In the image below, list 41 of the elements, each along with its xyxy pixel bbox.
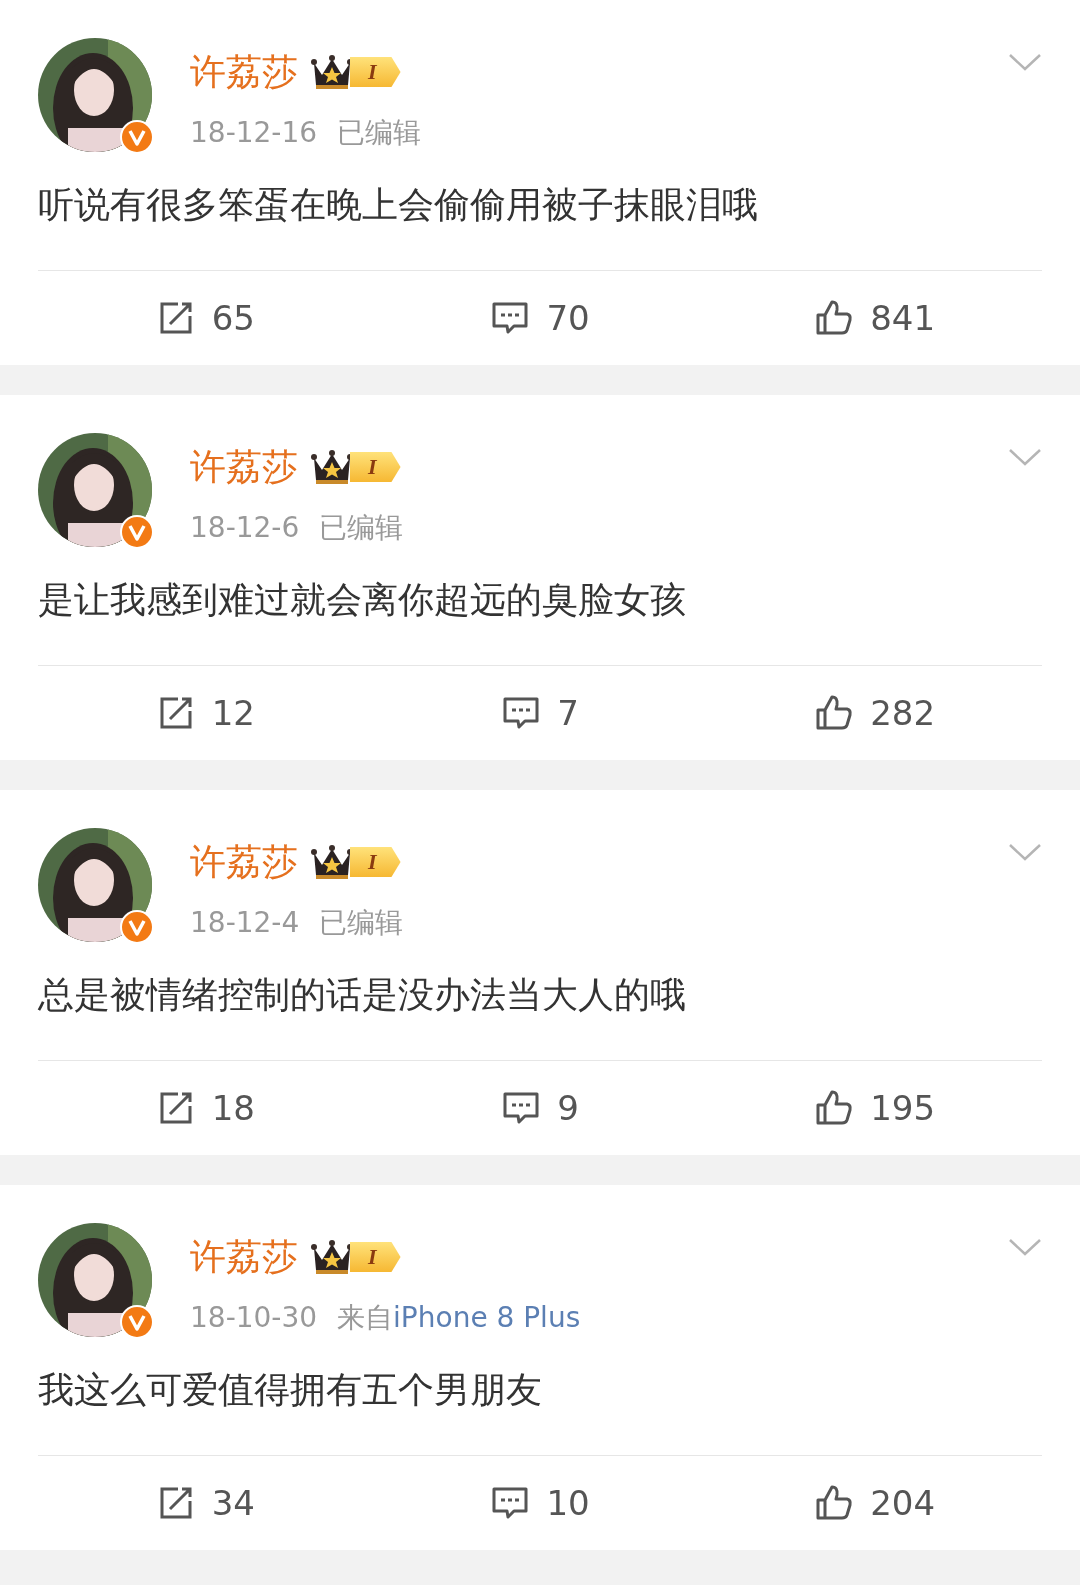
level-badge: I [350, 1242, 401, 1272]
comment-button[interactable]: 10 [372, 1456, 708, 1550]
post-date: 18-12-6 [190, 511, 300, 544]
post-text: 是让我感到难过就会离你超远的臭脸女孩 [37, 578, 687, 622]
verified-icon [120, 910, 154, 944]
repost-button[interactable]: 18 [38, 1061, 373, 1155]
post-date: 18-12-16 [190, 116, 318, 149]
like-button[interactable]: 282 [707, 666, 1042, 760]
post-text: 听说有很多笨蛋在晚上会偷偷用被子抹眼泪哦 [37, 183, 759, 227]
verified-icon [120, 1305, 154, 1339]
comment-button[interactable]: 9 [372, 1061, 708, 1155]
thumbs-up-icon [814, 298, 855, 338]
source-label: 来自 [337, 1300, 394, 1336]
chevron-down-icon[interactable] [1008, 447, 1042, 467]
post-date: 18-12-4 [190, 906, 300, 939]
like-button[interactable]: 841 [707, 271, 1042, 365]
post-text: 总是被情绪控制的话是没办法当大人的哦 [37, 973, 687, 1017]
level-badge: I [350, 847, 401, 877]
chevron-down-icon[interactable] [1008, 842, 1042, 862]
like-button[interactable]: 195 [707, 1061, 1042, 1155]
edited-label: 已编辑 [319, 905, 404, 941]
thumbs-up-icon [814, 693, 855, 733]
verified-icon [120, 120, 154, 154]
thumbs-up-icon [814, 1088, 855, 1128]
source-link[interactable]: iPhone 8 Plus [393, 1301, 581, 1334]
chevron-down-icon[interactable] [1008, 1237, 1042, 1257]
post-date: 18-10-30 [190, 1301, 318, 1334]
like-button[interactable]: 204 [707, 1456, 1042, 1550]
repost-button[interactable]: 12 [38, 666, 373, 760]
repost-button[interactable]: 34 [38, 1456, 373, 1550]
chevron-down-icon[interactable] [1008, 52, 1042, 72]
comment-button[interactable]: 70 [372, 271, 708, 365]
comment-button[interactable]: 7 [372, 666, 708, 760]
level-badge: I [350, 57, 401, 87]
post-text: 我这么可爱值得拥有五个男朋友 [37, 1368, 543, 1412]
level-badge: I [350, 452, 401, 482]
thumbs-up-icon [814, 1483, 855, 1523]
edited-label: 已编辑 [319, 510, 404, 546]
repost-button[interactable]: 65 [38, 271, 373, 365]
edited-label: 已编辑 [337, 115, 422, 151]
verified-icon [120, 515, 154, 549]
